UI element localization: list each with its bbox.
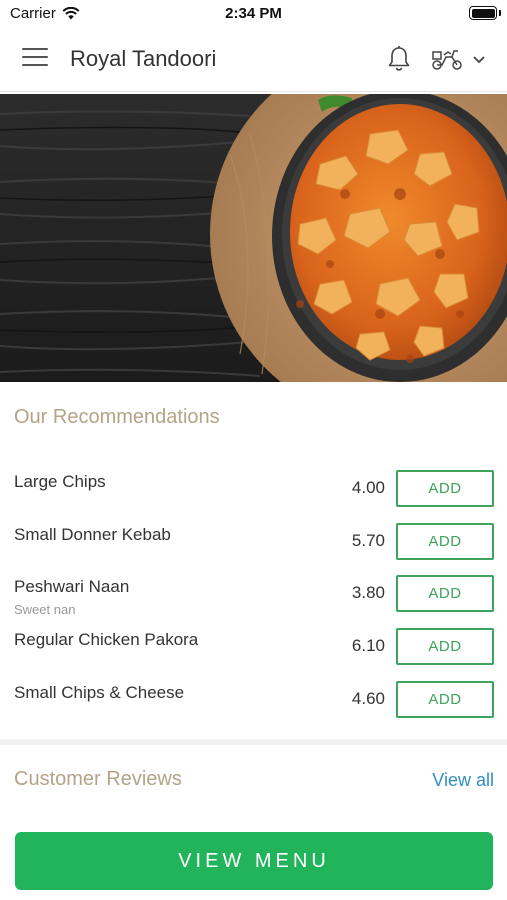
item-name: Small Chips & Cheese: [14, 682, 185, 702]
add-button[interactable]: ADD: [396, 680, 494, 718]
app-header: Royal Tandoori: [0, 28, 507, 92]
item-price: 6.10: [351, 636, 385, 656]
item-name: Peshwari Naan: [14, 577, 130, 597]
menu-icon[interactable]: [22, 48, 48, 70]
view-menu-button[interactable]: VIEW MENU: [15, 832, 493, 890]
list-item: Small Chips & Cheese 4.60 ADD: [0, 673, 507, 726]
item-description: Sweet nan: [14, 602, 76, 618]
add-button[interactable]: ADD: [396, 470, 494, 507]
item-price: 4.60: [351, 688, 385, 708]
recommendations-list: Large Chips 4.00 ADD Small Donner Kebab …: [0, 462, 507, 725]
list-item: Large Chips 4.00 ADD: [0, 462, 507, 515]
item-price: 4.00: [351, 478, 385, 497]
chevron-down-icon[interactable]: [470, 50, 488, 68]
item-price: 5.70: [351, 530, 385, 550]
bell-icon[interactable]: [384, 44, 414, 74]
list-item: Regular Chicken Pakora 6.10 ADD: [0, 620, 507, 673]
status-time: 2:34 PM: [225, 5, 282, 22]
recommendations-title: Our Recommendations: [14, 406, 220, 428]
item-price: 3.80: [351, 583, 385, 603]
add-button[interactable]: ADD: [396, 522, 494, 560]
curry-bowl-image: [0, 94, 507, 382]
status-bar: Carrier 2:34 PM: [0, 0, 507, 28]
restaurant-title: Royal Tandoori: [70, 46, 217, 71]
item-name: Regular Chicken Pakora: [14, 630, 199, 650]
section-divider: [0, 739, 507, 745]
add-button[interactable]: ADD: [396, 575, 494, 613]
item-name: Large Chips: [14, 472, 106, 491]
reviews-title: Customer Reviews: [14, 768, 182, 790]
add-button[interactable]: ADD: [396, 628, 494, 666]
delivery-scooter-icon[interactable]: [430, 46, 464, 72]
list-item: Peshwari Naan Sweet nan 3.80 ADD: [0, 567, 507, 620]
list-item: Small Donner Kebab 5.70 ADD: [0, 515, 507, 568]
hero-image: [0, 94, 507, 382]
battery-icon: [469, 6, 497, 20]
item-name: Small Donner Kebab: [14, 524, 171, 544]
view-all-reviews-link[interactable]: View all: [432, 770, 494, 791]
